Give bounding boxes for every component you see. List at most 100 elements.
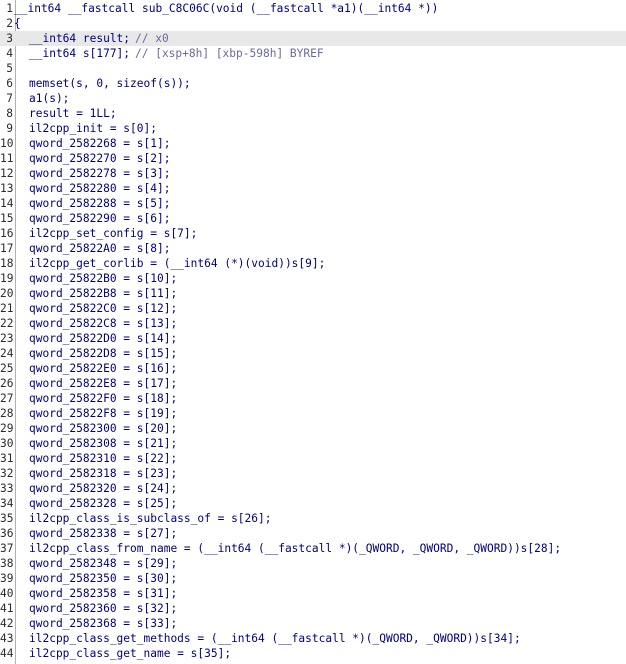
line-number: 44 bbox=[0, 647, 14, 660]
code-line[interactable]: 39 qword_2582350 = s[30]; bbox=[0, 571, 626, 586]
code-text: qword_2582368 = s[33]; bbox=[29, 617, 178, 630]
code-line[interactable]: 35 il2cpp_class_is_subclass_of = s[26]; bbox=[0, 511, 626, 526]
code-text: qword_25822F0 = s[18]; bbox=[29, 392, 178, 405]
code-text: qword_25822D0 = s[14]; bbox=[29, 332, 178, 345]
code-line[interactable]: 13 qword_2582280 = s[4]; bbox=[0, 181, 626, 196]
line-number: 6 bbox=[6, 77, 13, 90]
line-number: 10 bbox=[0, 137, 14, 150]
code-line[interactable]: 2{ bbox=[0, 16, 626, 31]
line-number: 42 bbox=[0, 617, 14, 630]
code-line[interactable]: 19 qword_25822B0 = s[10]; bbox=[0, 271, 626, 286]
code-line[interactable]: 31 qword_2582310 = s[22]; bbox=[0, 451, 626, 466]
code-text: qword_2582310 = s[22]; bbox=[29, 452, 178, 465]
code-line[interactable]: 43 il2cpp_class_get_methods = (__int64 (_… bbox=[0, 631, 626, 646]
line-number: 20 bbox=[0, 287, 14, 300]
line-number: 23 bbox=[0, 332, 14, 345]
line-number: 24 bbox=[0, 347, 14, 360]
code-line[interactable]: 38 qword_2582348 = s[29]; bbox=[0, 556, 626, 571]
code-line[interactable]: 44 il2cpp_class_get_name = s[35]; bbox=[0, 646, 626, 661]
code-text: il2cpp_class_get_name = s[35]; bbox=[29, 647, 232, 660]
code-line[interactable]: 7 a1(s); bbox=[0, 91, 626, 106]
code-line[interactable]: 11 qword_2582270 = s[2]; bbox=[0, 151, 626, 166]
code-line[interactable]: 33 qword_2582320 = s[24]; bbox=[0, 481, 626, 496]
line-number: 35 bbox=[0, 512, 14, 525]
code-line[interactable]: 42 qword_2582368 = s[33]; bbox=[0, 616, 626, 631]
line-number: 18 bbox=[0, 257, 14, 270]
code-line[interactable]: 10 qword_2582268 = s[1]; bbox=[0, 136, 626, 151]
code-line[interactable]: 5 bbox=[0, 61, 626, 76]
code-line[interactable]: 14 qword_2582288 = s[5]; bbox=[0, 196, 626, 211]
pseudocode-view[interactable]: 1 __int64 __fastcall sub_C8C06C(void (__f… bbox=[0, 0, 626, 664]
code-text: result = 1LL; bbox=[29, 107, 117, 120]
line-number: 41 bbox=[0, 602, 14, 615]
line-number: 19 bbox=[0, 272, 14, 285]
code-line[interactable]: 9 il2cpp_init = s[0]; bbox=[0, 121, 626, 136]
line-number: 25 bbox=[0, 362, 14, 375]
code-text: qword_2582268 = s[1]; bbox=[29, 137, 171, 150]
code-text: qword_2582358 = s[31]; bbox=[29, 587, 178, 600]
code-text: qword_2582360 = s[32]; bbox=[29, 602, 178, 615]
code-text: qword_25822C8 = s[13]; bbox=[29, 317, 178, 330]
code-text: qword_25822A0 = s[8]; bbox=[29, 242, 171, 255]
line-number: 3 bbox=[6, 32, 13, 45]
code-line[interactable]: 17 qword_25822A0 = s[8]; bbox=[0, 241, 626, 256]
code-line[interactable]: 41 qword_2582360 = s[32]; bbox=[0, 601, 626, 616]
code-line[interactable]: 20 qword_25822B8 = s[11]; bbox=[0, 286, 626, 301]
code-text: qword_25822C0 = s[12]; bbox=[29, 302, 178, 315]
code-text: qword_2582328 = s[25]; bbox=[29, 497, 178, 510]
line-number: 27 bbox=[0, 392, 14, 405]
code-line[interactable]: 15 qword_2582290 = s[6]; bbox=[0, 211, 626, 226]
line-number: 1 bbox=[6, 2, 13, 15]
line-number: 30 bbox=[0, 437, 14, 450]
code-text: qword_25822E0 = s[16]; bbox=[29, 362, 178, 375]
code-text: qword_2582350 = s[30]; bbox=[29, 572, 178, 585]
code-line[interactable]: 3 __int64 result; // x0 bbox=[0, 31, 626, 46]
code-line[interactable]: 8 result = 1LL; bbox=[0, 106, 626, 121]
line-number: 34 bbox=[0, 497, 14, 510]
code-text: qword_2582308 = s[21]; bbox=[29, 437, 178, 450]
code-line[interactable]: 1 __int64 __fastcall sub_C8C06C(void (__f… bbox=[0, 1, 626, 16]
line-number: 33 bbox=[0, 482, 14, 495]
code-line[interactable]: 37 il2cpp_class_from_name = (__int64 (__f… bbox=[0, 541, 626, 556]
code-text: qword_25822B8 = s[11]; bbox=[29, 287, 178, 300]
code-text: a1(s); bbox=[29, 92, 70, 105]
code-line[interactable]: 27 qword_25822F0 = s[18]; bbox=[0, 391, 626, 406]
line-number: 16 bbox=[0, 227, 14, 240]
code-text: qword_2582338 = s[27]; bbox=[29, 527, 178, 540]
code-line[interactable]: 6 memset(s, 0, sizeof(s)); bbox=[0, 76, 626, 91]
code-text: il2cpp_class_get_methods = (__int64 (__f… bbox=[29, 632, 521, 645]
code-line[interactable]: 30 qword_2582308 = s[21]; bbox=[0, 436, 626, 451]
code-line[interactable]: 16 il2cpp_set_config = s[7]; bbox=[0, 226, 626, 241]
code-text: qword_2582270 = s[2]; bbox=[29, 152, 171, 165]
code-line[interactable]: 18 il2cpp_get_corlib = (__int64 (*)(void)… bbox=[0, 256, 626, 271]
line-number: 8 bbox=[6, 107, 13, 120]
code-line[interactable]: 26 qword_25822E8 = s[17]; bbox=[0, 376, 626, 391]
line-number: 7 bbox=[6, 92, 13, 105]
code-text: __int64 __fastcall sub_C8C06C(void (__fa… bbox=[14, 2, 439, 15]
code-line[interactable]: 36 qword_2582338 = s[27]; bbox=[0, 526, 626, 541]
code-line[interactable]: 32 qword_2582318 = s[23]; bbox=[0, 466, 626, 481]
code-line[interactable]: 24 qword_25822D8 = s[15]; bbox=[0, 346, 626, 361]
code-text: qword_2582348 = s[29]; bbox=[29, 557, 178, 570]
code-line[interactable]: 28 qword_25822F8 = s[19]; bbox=[0, 406, 626, 421]
code-text: il2cpp_init = s[0]; bbox=[29, 122, 157, 135]
line-number: 36 bbox=[0, 527, 14, 540]
code-comment: // [xsp+8h] [xbp-598h] BYREF bbox=[135, 47, 324, 60]
code-line[interactable]: 34 qword_2582328 = s[25]; bbox=[0, 496, 626, 511]
code-text: qword_25822B0 = s[10]; bbox=[29, 272, 178, 285]
code-line[interactable]: 40 qword_2582358 = s[31]; bbox=[0, 586, 626, 601]
code-line[interactable]: 22 qword_25822C8 = s[13]; bbox=[0, 316, 626, 331]
code-line[interactable]: 21 qword_25822C0 = s[12]; bbox=[0, 301, 626, 316]
code-text: qword_25822D8 = s[15]; bbox=[29, 347, 178, 360]
code-text: qword_2582290 = s[6]; bbox=[29, 212, 171, 225]
code-text: qword_25822F8 = s[19]; bbox=[29, 407, 178, 420]
code-line[interactable]: 4 __int64 s[177]; // [xsp+8h] [xbp-598h] B… bbox=[0, 46, 626, 61]
code-line[interactable]: 29 qword_2582300 = s[20]; bbox=[0, 421, 626, 436]
code-line[interactable]: 23 qword_25822D0 = s[14]; bbox=[0, 331, 626, 346]
code-comment: // x0 bbox=[135, 32, 169, 45]
code-line[interactable]: 12 qword_2582278 = s[3]; bbox=[0, 166, 626, 181]
code-text: qword_2582300 = s[20]; bbox=[29, 422, 178, 435]
code-text: qword_2582320 = s[24]; bbox=[29, 482, 178, 495]
code-line[interactable]: 25 qword_25822E0 = s[16]; bbox=[0, 361, 626, 376]
line-number: 32 bbox=[0, 467, 14, 480]
